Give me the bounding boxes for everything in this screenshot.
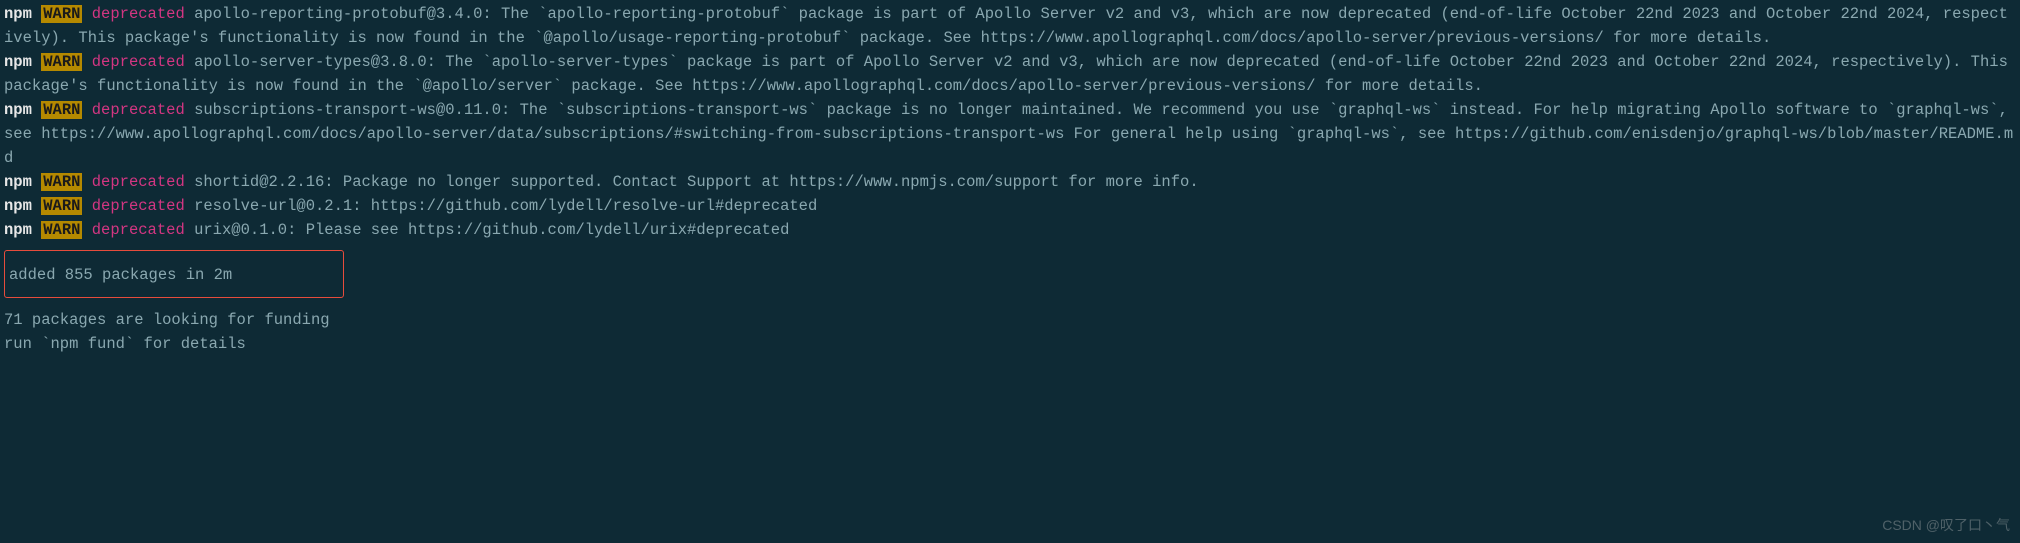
npm-prefix: npm (4, 173, 32, 191)
npm-prefix: npm (4, 5, 32, 23)
deprecated-tag: deprecated (92, 173, 185, 191)
warn-level: WARN (41, 101, 82, 119)
deprecated-tag: deprecated (92, 197, 185, 215)
npm-prefix: npm (4, 101, 32, 119)
watermark: CSDN @叹了口丶气 (1882, 515, 2010, 537)
warn-line: npm WARN deprecated apollo-reporting-pro… (4, 2, 2016, 50)
funding-count: 71 packages are looking for funding (4, 308, 2016, 332)
warn-line: npm WARN deprecated resolve-url@0.2.1: h… (4, 194, 2016, 218)
npm-prefix: npm (4, 197, 32, 215)
warn-level: WARN (41, 53, 82, 71)
npm-prefix: npm (4, 221, 32, 239)
warn-message: urix@0.1.0: Please see https://github.co… (194, 221, 789, 239)
warn-line: npm WARN deprecated subscriptions-transp… (4, 98, 2016, 170)
deprecated-tag: deprecated (92, 5, 185, 23)
warn-message: resolve-url@0.2.1: https://github.com/ly… (194, 197, 817, 215)
warn-message: apollo-reporting-protobuf@3.4.0: The `ap… (4, 5, 2008, 47)
warn-level: WARN (41, 5, 82, 23)
warn-message: shortid@2.2.16: Package no longer suppor… (194, 173, 1199, 191)
warn-level: WARN (41, 173, 82, 191)
summary-added: added 855 packages in 2m (9, 266, 232, 284)
summary-highlight-box: added 855 packages in 2m (4, 250, 344, 298)
warn-level: WARN (41, 197, 82, 215)
warn-line: npm WARN deprecated apollo-server-types@… (4, 50, 2016, 98)
terminal-output: npm WARN deprecated apollo-reporting-pro… (4, 2, 2016, 356)
deprecated-tag: deprecated (92, 53, 185, 71)
warn-message: apollo-server-types@3.8.0: The `apollo-s… (4, 53, 2008, 95)
deprecated-tag: deprecated (92, 101, 185, 119)
npm-prefix: npm (4, 53, 32, 71)
warn-message: subscriptions-transport-ws@0.11.0: The `… (4, 101, 2013, 167)
warn-line: npm WARN deprecated shortid@2.2.16: Pack… (4, 170, 2016, 194)
deprecated-tag: deprecated (92, 221, 185, 239)
funding-hint: run `npm fund` for details (4, 332, 2016, 356)
warn-line: npm WARN deprecated urix@0.1.0: Please s… (4, 218, 2016, 242)
warn-level: WARN (41, 221, 82, 239)
